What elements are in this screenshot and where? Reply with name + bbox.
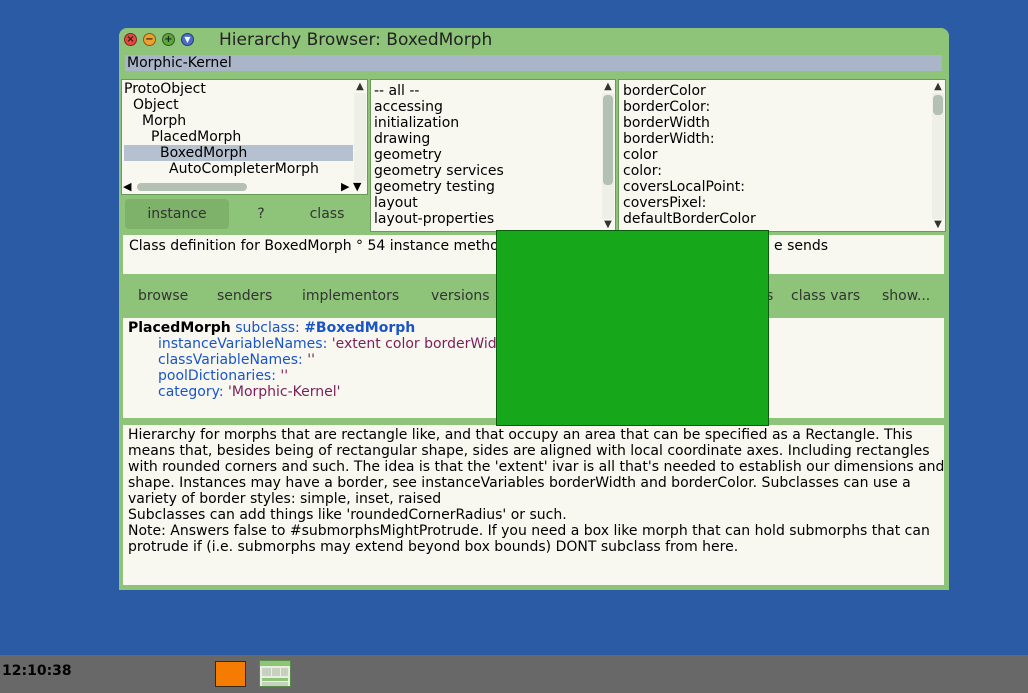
comment-line: Hierarchy for morphs that are rectangle … bbox=[128, 427, 913, 443]
scroll-thumb[interactable] bbox=[603, 95, 613, 185]
comment-line: means that, besides being of rectangular… bbox=[128, 443, 930, 459]
minimize-icon[interactable]: − bbox=[143, 33, 156, 46]
subclass-keyword: subclass: bbox=[235, 320, 300, 336]
category-list-item[interactable]: initialization bbox=[374, 115, 602, 131]
definition-info-right: e sends bbox=[774, 238, 829, 254]
class-list-item[interactable]: ProtoObject bbox=[124, 81, 353, 97]
class-list-scrollbar[interactable]: ▲ bbox=[354, 81, 366, 181]
method-list-item[interactable]: coversPixel: bbox=[623, 195, 923, 211]
scroll-down-icon[interactable]: ▼ bbox=[932, 219, 944, 231]
class-list-item[interactable]: Object bbox=[124, 97, 353, 113]
cvn-value: '' bbox=[307, 352, 315, 368]
method-list-pane[interactable]: borderColor borderColor: borderWidth border… bbox=[618, 79, 946, 232]
method-list-item[interactable]: defaultBorderColor bbox=[623, 211, 923, 227]
category-list-item[interactable]: accessing bbox=[374, 99, 602, 115]
title-bar[interactable]: × − + ▼ Hierarchy Browser: BoxedMorph bbox=[119, 28, 949, 52]
category-list-item[interactable]: geometry testing bbox=[374, 179, 602, 195]
instance-tab[interactable]: instance bbox=[125, 199, 229, 229]
superclass-name: PlacedMorph bbox=[128, 320, 231, 336]
comment-line: Subclasses can add things like 'roundedC… bbox=[128, 507, 567, 523]
scroll-up-icon[interactable]: ▲ bbox=[602, 81, 614, 93]
pool-keyword: poolDictionaries: bbox=[158, 368, 276, 384]
message-category-pane[interactable]: -- all -- accessing initialization drawing g… bbox=[370, 79, 616, 232]
method-list-item[interactable]: coversLocalPoint: bbox=[623, 179, 923, 195]
ivn-keyword: instanceVariableNames: bbox=[158, 336, 328, 352]
class-list-item[interactable]: Morph bbox=[124, 113, 353, 129]
scroll-left-icon[interactable]: ◀ bbox=[123, 181, 131, 193]
method-scrollbar[interactable]: ▲ ▼ bbox=[932, 81, 944, 231]
scroll-right-icon[interactable]: ▶ bbox=[341, 181, 349, 193]
comment-line: variety of border styles: simple, inset,… bbox=[128, 491, 442, 507]
comment-line: with rounded corners and such. The idea … bbox=[128, 459, 945, 475]
class-comment-pane[interactable]: Hierarchy for morphs that are rectangle … bbox=[121, 423, 946, 587]
category-list-item[interactable]: drawing bbox=[374, 131, 602, 147]
scroll-thumb[interactable] bbox=[933, 95, 943, 115]
class-vars-button[interactable]: class vars bbox=[791, 280, 860, 313]
category-list-item[interactable]: layout bbox=[374, 195, 602, 211]
comment-line: shape. Instances may have a border, see … bbox=[128, 475, 911, 491]
method-list-item[interactable]: color bbox=[623, 147, 923, 163]
category-scrollbar[interactable]: ▲ ▼ bbox=[602, 81, 614, 231]
method-list-item[interactable]: borderColor bbox=[623, 83, 923, 99]
hscroll-thumb[interactable] bbox=[137, 183, 247, 191]
ivn-value: 'extent color borderWidt bbox=[331, 336, 503, 352]
scroll-down-icon[interactable]: ▼ bbox=[353, 181, 361, 193]
category-label: Morphic-Kernel bbox=[125, 55, 942, 71]
category-list-item[interactable]: -- all -- bbox=[374, 83, 602, 99]
versions-button[interactable]: versions bbox=[431, 280, 490, 313]
comment-line: protrude if (i.e. submorphs may extend b… bbox=[128, 539, 739, 555]
class-list-hscrollbar[interactable]: ◀ ▶ ▼ bbox=[123, 181, 366, 193]
window-title: Hierarchy Browser: BoxedMorph bbox=[219, 30, 493, 50]
clock: 12:10:38 bbox=[2, 663, 72, 679]
subclass-name: #BoxedMorph bbox=[304, 320, 416, 336]
class-side-switch: instance ? class bbox=[125, 199, 365, 229]
implementors-button[interactable]: implementors bbox=[302, 280, 399, 313]
taskbar-orange-morph-button[interactable] bbox=[215, 661, 246, 687]
category-keyword: category: bbox=[158, 384, 224, 400]
browse-button[interactable]: browse bbox=[138, 280, 188, 313]
cvn-keyword: classVariableNames: bbox=[158, 352, 303, 368]
senders-button[interactable]: senders bbox=[217, 280, 272, 313]
show-button[interactable]: show... bbox=[882, 280, 930, 313]
method-list-item[interactable]: borderColor: bbox=[623, 99, 923, 115]
method-list-item[interactable]: color: bbox=[623, 163, 923, 179]
definition-info-left: Class definition for BoxedMorph ° 54 ins… bbox=[129, 238, 517, 254]
scroll-up-icon[interactable]: ▲ bbox=[932, 81, 944, 93]
class-list-item[interactable]: AutoCompleterMorph bbox=[124, 161, 353, 177]
category-list-item[interactable]: layout-properties bbox=[374, 211, 602, 227]
pool-value: '' bbox=[280, 368, 289, 384]
class-list-item[interactable]: BoxedMorph bbox=[124, 145, 353, 161]
scroll-up-icon[interactable]: ▲ bbox=[354, 81, 366, 93]
taskbar: 12:10:38 bbox=[0, 655, 1028, 693]
class-tab[interactable]: class bbox=[295, 199, 359, 229]
expand-icon[interactable]: + bbox=[162, 33, 175, 46]
class-list-pane[interactable]: ProtoObject Object Morph PlacedMorph BoxedMo… bbox=[121, 79, 368, 195]
help-tab[interactable]: ? bbox=[241, 199, 281, 229]
taskbar-browser-thumbnail[interactable] bbox=[259, 660, 291, 687]
category-value: 'Morphic-Kernel' bbox=[228, 384, 341, 400]
category-list-item[interactable]: geometry bbox=[374, 147, 602, 163]
green-rectangle-morph[interactable] bbox=[496, 230, 769, 426]
method-list-item[interactable]: borderWidth: bbox=[623, 131, 923, 147]
class-list-item[interactable]: PlacedMorph bbox=[124, 129, 353, 145]
method-list-item[interactable]: borderWidth bbox=[623, 115, 923, 131]
window-menu-icon[interactable]: ▼ bbox=[181, 33, 194, 46]
close-icon[interactable]: × bbox=[124, 33, 137, 46]
category-list-item[interactable]: geometry services bbox=[374, 163, 602, 179]
comment-line: Note: Answers false to #submorphsMightPr… bbox=[128, 523, 930, 539]
